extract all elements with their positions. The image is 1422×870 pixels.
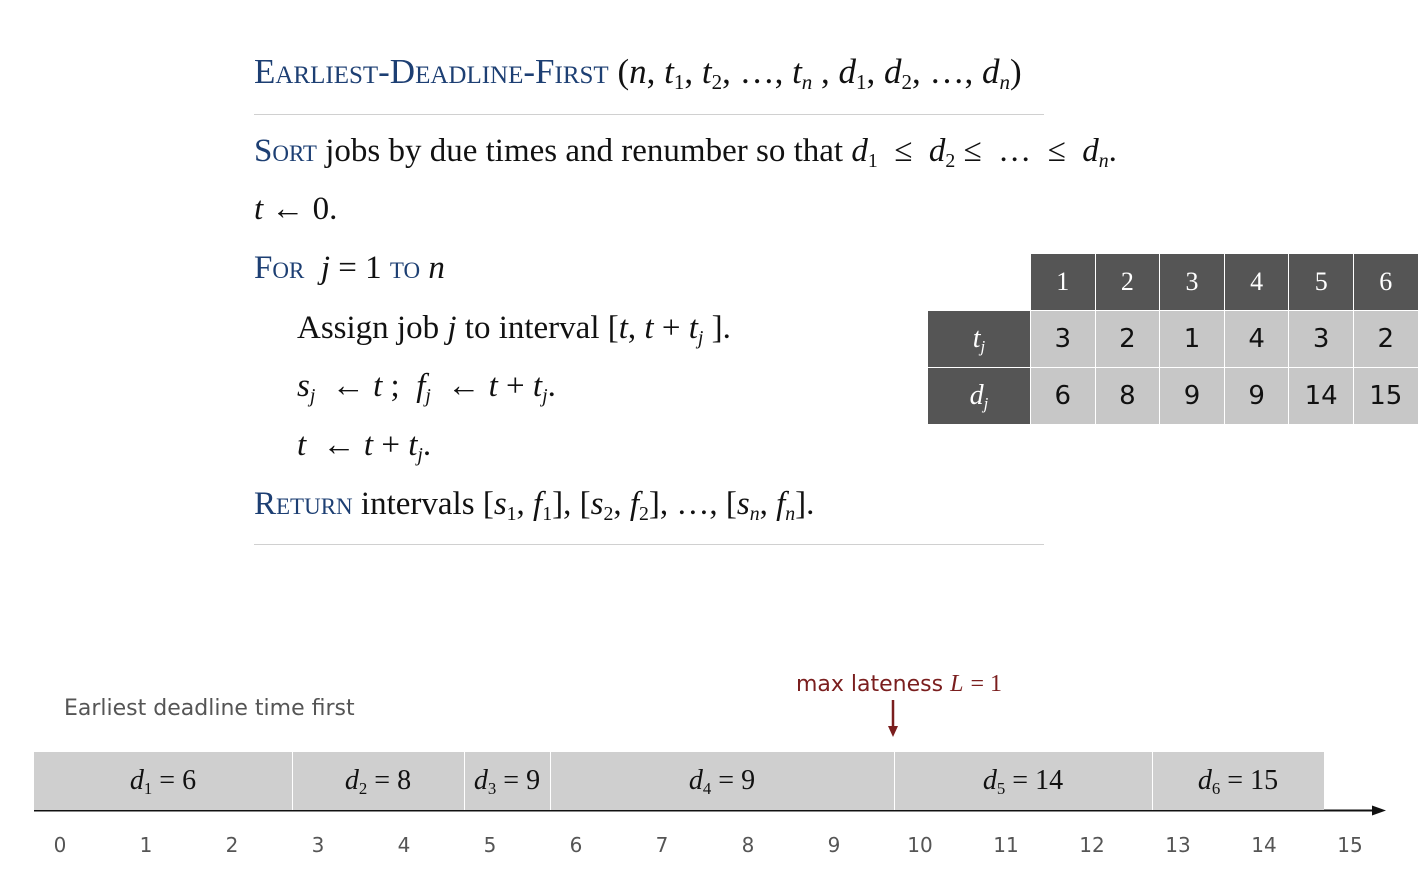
- axis-arrowhead: [1372, 805, 1386, 816]
- timeline-svg: [34, 700, 1386, 816]
- max-lateness-arrowhead: [888, 726, 898, 737]
